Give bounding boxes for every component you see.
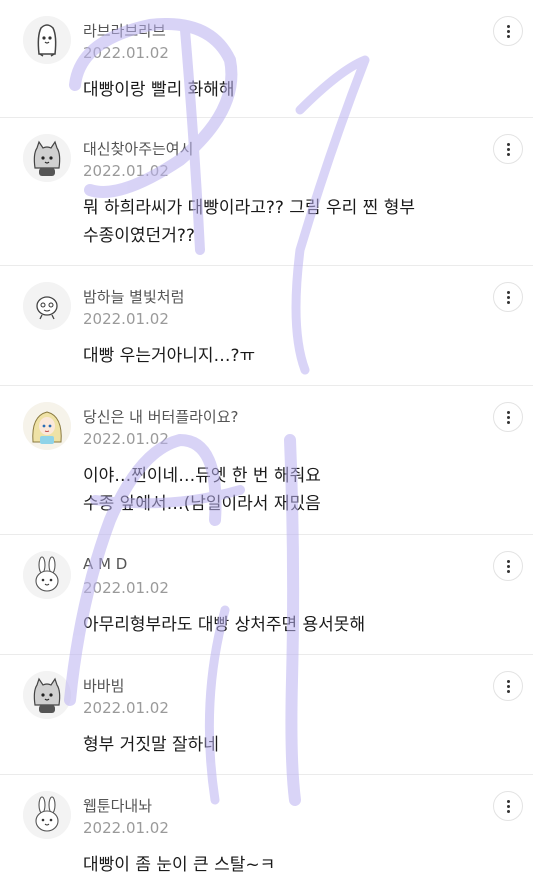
comment-nickname[interactable]: A M D [83, 555, 127, 573]
comment-date: 2022.01.02 [83, 699, 169, 717]
comment-date: 2022.01.02 [83, 310, 169, 328]
comment-nickname[interactable]: 밤하늘 별빛처럼 [83, 286, 184, 307]
cat-icon [23, 134, 71, 182]
penguin-avatar[interactable] [23, 16, 71, 64]
rabbit-avatar[interactable] [23, 791, 71, 839]
comment-line: 수종이였던거?? [83, 226, 195, 246]
comment-text: 아무리형부라도 대빵 상처주면 용서못해 [83, 611, 503, 639]
comment-date: 2022.01.02 [83, 430, 169, 448]
cat-avatar[interactable] [23, 134, 71, 182]
comment-nickname[interactable]: 웹툰다내놔 [83, 795, 152, 816]
comment-text: 대빵이랑 빨리 화해해 [83, 76, 503, 104]
comment-item: A M D 2022.01.02 아무리형부라도 대빵 상처주면 용서못해 [0, 535, 533, 655]
princess-avatar[interactable] [23, 402, 71, 450]
comment-nickname[interactable]: 라브라브라브 [83, 20, 166, 41]
comment-item: 웹툰다내놔 2022.01.02 대빵이 좀 눈이 큰 스탈~ㅋ [0, 775, 533, 888]
comment-text: 뭐 하희라씨가 대빵이라고?? 그림 우리 찐 형부 수종이였던거?? [83, 194, 503, 250]
more-options-button[interactable] [493, 671, 523, 701]
comment-line: 대빵이랑 빨리 화해해 [83, 80, 235, 100]
comment-text: 대빵이 좀 눈이 큰 스탈~ㅋ [83, 851, 503, 879]
more-options-button[interactable] [493, 791, 523, 821]
rabbit-icon [23, 551, 71, 599]
rabbit-avatar[interactable] [23, 551, 71, 599]
cat-icon [23, 671, 71, 719]
comment-line: 대빵이 좀 눈이 큰 스탈~ㅋ [83, 855, 276, 875]
comment-item: 대신찾아주는여시 2022.01.02 뭐 하희라씨가 대빵이라고?? 그림 우… [0, 118, 533, 266]
comment-nickname[interactable]: 대신찾아주는여시 [83, 138, 193, 159]
creature-icon [23, 282, 71, 330]
comment-date: 2022.01.02 [83, 579, 169, 597]
creature-avatar[interactable] [23, 282, 71, 330]
more-options-button[interactable] [493, 16, 523, 46]
comment-line: 대빵 우는거아니지…?ㅠ [83, 346, 256, 366]
comment-nickname[interactable]: 당신은 내 버터플라이요? [83, 406, 239, 427]
comment-date: 2022.01.02 [83, 44, 169, 62]
comment-item: 밤하늘 별빛처럼 2022.01.02 대빵 우는거아니지…?ㅠ [0, 266, 533, 386]
comment-line: 아무리형부라도 대빵 상처주면 용서못해 [83, 615, 366, 635]
comment-item: 당신은 내 버터플라이요? 2022.01.02 이야…찐이네…듀엣 한 번 해… [0, 386, 533, 535]
comment-line: 이야…찐이네…듀엣 한 번 해줘요 [83, 466, 321, 486]
comment-item: 바바빔 2022.01.02 형부 거짓말 잘하네 [0, 655, 533, 775]
comment-line: 형부 거짓말 잘하네 [83, 735, 219, 755]
comment-line: 뭐 하희라씨가 대빵이라고?? 그림 우리 찐 형부 [83, 198, 415, 218]
more-options-button[interactable] [493, 402, 523, 432]
comment-date: 2022.01.02 [83, 162, 169, 180]
rabbit-icon [23, 791, 71, 839]
more-options-button[interactable] [493, 551, 523, 581]
cat-avatar[interactable] [23, 671, 71, 719]
comment-nickname[interactable]: 바바빔 [83, 675, 124, 696]
comment-text: 형부 거짓말 잘하네 [83, 731, 503, 759]
more-options-button[interactable] [493, 282, 523, 312]
comment-item: 라브라브라브 2022.01.02 대빵이랑 빨리 화해해 [0, 0, 533, 118]
comment-text: 대빵 우는거아니지…?ㅠ [83, 342, 503, 370]
comment-line: 수종 앞에서…(남일이라서 재밌음 [83, 494, 321, 514]
penguin-icon [23, 16, 71, 64]
princess-icon [23, 402, 71, 450]
comment-text: 이야…찐이네…듀엣 한 번 해줘요 수종 앞에서…(남일이라서 재밌음 [83, 462, 503, 518]
more-options-button[interactable] [493, 134, 523, 164]
comment-date: 2022.01.02 [83, 819, 169, 837]
